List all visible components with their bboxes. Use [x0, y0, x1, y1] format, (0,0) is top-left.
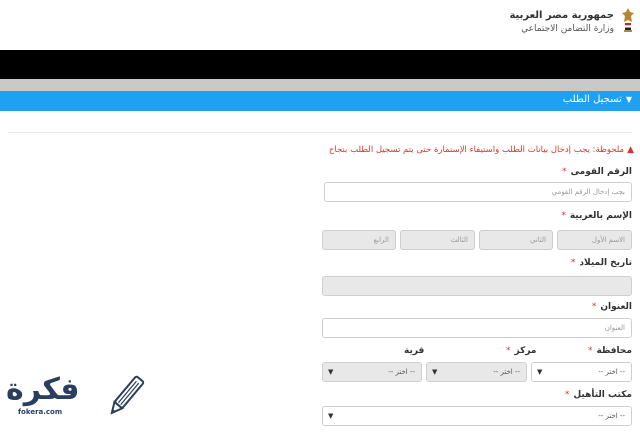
pencil-icon	[110, 375, 145, 415]
rehab-office-selected: -- اختر --	[598, 412, 625, 420]
section-header[interactable]: ▼تسجيل الطلب	[0, 91, 640, 111]
required-mark: *	[570, 258, 576, 268]
watermark-logo-text: فكرة	[6, 372, 80, 407]
second-name-input[interactable]: الثاني	[479, 230, 553, 250]
arabic-name-label: الإسم بالعربية*	[561, 211, 632, 221]
note-text: ملحوظة: يجب إدخال بيانات الطلب واستيفاء …	[328, 145, 625, 155]
third-name-input[interactable]: الثالث	[400, 230, 475, 250]
chevron-down-icon: ▼	[537, 368, 543, 376]
required-mark: *	[506, 346, 511, 356]
government-name: جمهورية مصر العربية	[509, 10, 614, 21]
site-header: جمهورية مصر العربية وزارة التضامن الاجتم…	[0, 0, 640, 50]
address-input[interactable]: العنوان	[322, 318, 632, 338]
required-mark: *	[561, 211, 566, 221]
birth-date-label: تاريخ الميلاد*	[570, 258, 632, 268]
national-id-label: الرقم القومى*	[562, 167, 632, 177]
national-id-input[interactable]: يجب إدخال الرقم القومي	[324, 182, 632, 202]
required-mark: *	[562, 167, 567, 177]
village-select[interactable]: -- اختر -- ▼	[322, 362, 422, 382]
village-selected: -- اختر --	[388, 368, 415, 376]
section-title-text: تسجيل الطلب	[562, 94, 622, 105]
governorate-label: محافظة*	[587, 346, 632, 356]
required-mark: *	[587, 346, 593, 356]
watermark-url: fokera.com	[18, 408, 63, 416]
egypt-eagle-emblem-icon	[622, 8, 634, 32]
rehab-office-label: مكتب التأهيل*	[564, 390, 632, 400]
birth-date-input[interactable]	[322, 276, 632, 296]
center-label: مركز*	[506, 346, 537, 356]
center-select[interactable]: -- اختر -- ▼	[426, 362, 527, 382]
required-mark: *	[591, 302, 597, 312]
fourth-name-input[interactable]: الرابع	[322, 230, 396, 250]
chevron-down-icon: ▼	[328, 368, 334, 376]
center-selected: -- اختر --	[493, 368, 520, 376]
ministry-name: وزارة التضامن الاجتماعي	[521, 24, 614, 34]
first-name-input[interactable]: الاسم الأول	[557, 230, 632, 250]
chevron-down-icon: ▼	[625, 95, 632, 104]
divider	[8, 132, 632, 133]
village-label: قرية	[404, 346, 425, 356]
page: جمهورية مصر العربية وزارة التضامن الاجتم…	[0, 0, 640, 436]
chevron-down-icon: ▼	[328, 412, 334, 420]
address-label: العنوان*	[591, 302, 632, 312]
section-title[interactable]: ▼تسجيل الطلب	[563, 94, 632, 105]
required-note: ▲ملحوظة: يجب إدخال بيانات الطلب واستيفاء…	[329, 145, 634, 155]
governorate-selected: -- اختر --	[598, 368, 625, 376]
governorate-select[interactable]: -- اختر -- ▼	[531, 362, 632, 382]
chevron-down-icon: ▼	[432, 368, 438, 376]
sub-navigation-bar	[0, 79, 640, 91]
warning-icon: ▲	[627, 145, 634, 155]
navigation-bar	[0, 50, 640, 79]
required-mark: *	[564, 390, 570, 400]
rehab-office-select[interactable]: -- اختر -- ▼	[322, 406, 632, 426]
